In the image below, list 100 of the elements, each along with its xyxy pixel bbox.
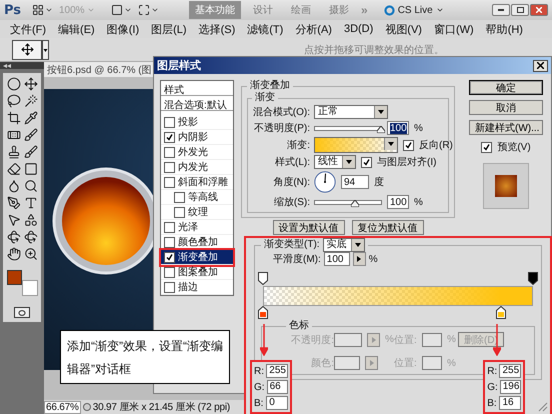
brush-icon[interactable] — [24, 145, 38, 159]
channel-field[interactable]: 0 — [266, 396, 288, 410]
circle-icon[interactable] — [6, 77, 20, 91]
channel-field[interactable]: 66 — [266, 380, 288, 394]
foreground-swatch[interactable] — [7, 270, 22, 285]
shapes-icon[interactable] — [24, 213, 38, 227]
effect-item[interactable]: 内发光 — [161, 160, 233, 175]
dialog-button[interactable]: 新建样式(W)... — [469, 120, 543, 135]
effect-item[interactable]: 渐变叠加 — [161, 250, 233, 265]
scale-field[interactable]: 100 — [387, 195, 409, 209]
opacity-stop[interactable] — [258, 272, 268, 285]
checkbox[interactable] — [361, 156, 372, 168]
slider-thumb[interactable] — [350, 200, 359, 206]
gradient-preview[interactable] — [314, 137, 398, 153]
scale-slider[interactable] — [314, 200, 382, 204]
bandage-icon[interactable] — [6, 128, 20, 142]
restore-button[interactable] — [511, 4, 529, 16]
menu-item[interactable]: 滤镜(T) — [241, 22, 290, 36]
smoothness-field[interactable]: 100 — [324, 252, 350, 266]
checkbox[interactable] — [174, 206, 185, 218]
checkbox[interactable] — [403, 140, 414, 150]
frame-tool-button[interactable] — [32, 4, 53, 16]
square-icon[interactable] — [24, 162, 38, 176]
effect-item[interactable]: 外发光 — [161, 145, 233, 160]
rotate-icon[interactable] — [6, 230, 20, 244]
style-dropdown[interactable]: 线性 — [314, 155, 356, 169]
screen-mode-button[interactable] — [138, 4, 159, 16]
checkbox[interactable] — [164, 222, 175, 232]
stamp-icon[interactable] — [6, 145, 20, 159]
channel-field[interactable]: 196 — [500, 380, 522, 394]
tool-preset-button[interactable] — [12, 40, 42, 60]
color-stop[interactable] — [258, 306, 268, 319]
background-swatch[interactable] — [22, 280, 38, 296]
brush-icon[interactable] — [24, 128, 38, 142]
zoom-icon[interactable] — [24, 247, 38, 261]
crop-icon[interactable] — [6, 111, 20, 125]
effect-item[interactable]: 投影 — [161, 115, 233, 130]
minimize-button[interactable] — [492, 4, 510, 16]
resize-grip-icon[interactable] — [538, 402, 548, 412]
lasso-icon[interactable] — [6, 94, 20, 108]
opacity-slider[interactable] — [314, 126, 382, 130]
move-icon[interactable] — [24, 77, 38, 91]
pipette-icon[interactable] — [24, 111, 38, 125]
gradient-type-dropdown[interactable]: 实底 — [322, 238, 365, 252]
menu-item[interactable]: 图层(L) — [145, 22, 193, 36]
close-button[interactable] — [533, 60, 548, 72]
menu-item[interactable]: 图像(I) — [100, 22, 146, 36]
menu-item[interactable]: 窗口(W) — [428, 22, 480, 36]
dialog-button[interactable]: 确定 — [469, 80, 543, 95]
menu-item[interactable]: 3D(D) — [338, 23, 380, 35]
type-icon[interactable] — [24, 196, 38, 210]
wand-icon[interactable] — [24, 94, 38, 108]
effect-item[interactable]: 图案叠加 — [161, 265, 233, 280]
angle-dial[interactable] — [314, 171, 336, 193]
droplet-icon[interactable] — [6, 179, 20, 193]
rotate-icon[interactable] — [24, 230, 38, 244]
pen-icon[interactable] — [6, 196, 20, 210]
dialog-button[interactable]: 取消 — [469, 100, 543, 115]
blend-mode-dropdown[interactable]: 正常 — [314, 105, 388, 119]
checkbox[interactable] — [481, 142, 492, 152]
effect-item[interactable]: 纹理 — [161, 205, 233, 220]
menu-item[interactable]: 分析(A) — [289, 22, 338, 36]
hand-icon[interactable] — [6, 247, 20, 261]
menu-item[interactable]: 帮助(H) — [480, 22, 529, 36]
checkbox[interactable] — [164, 176, 175, 188]
menu-item[interactable]: 选择(S) — [192, 22, 242, 36]
angle-field[interactable]: 94 — [341, 175, 369, 189]
checkbox[interactable] — [164, 266, 175, 278]
checkbox[interactable] — [164, 282, 175, 292]
checkbox[interactable] — [174, 192, 185, 202]
pointer-icon[interactable] — [6, 213, 20, 227]
cs-live-button[interactable]: CS Live — [384, 4, 444, 16]
checkbox[interactable] — [164, 236, 175, 248]
effect-item[interactable]: 光泽 — [161, 220, 233, 235]
checkbox[interactable] — [164, 132, 175, 142]
menu-item[interactable]: 编辑(E) — [52, 22, 101, 36]
menu-item[interactable]: 视图(V) — [379, 22, 428, 36]
menu-item[interactable]: 文件(F) — [4, 22, 52, 36]
checkbox[interactable] — [164, 252, 175, 262]
checkbox[interactable] — [164, 146, 175, 158]
checkbox[interactable] — [164, 116, 175, 128]
channel-field[interactable]: 16 — [499, 396, 522, 410]
set-default-button[interactable]: 设置为默认值 — [272, 220, 344, 235]
channel-field[interactable]: 255 — [499, 364, 522, 378]
effect-item[interactable]: 内阴影 — [161, 130, 233, 145]
effect-item[interactable]: 斜面和浮雕 — [161, 175, 233, 190]
channel-field[interactable]: 255 — [266, 364, 288, 378]
checkbox[interactable] — [164, 162, 175, 172]
effect-item[interactable]: 描边 — [161, 280, 233, 295]
opacity-stop[interactable] — [528, 272, 538, 285]
opacity-field[interactable]: 100 — [387, 121, 409, 135]
arrange-button[interactable] — [111, 4, 132, 16]
slider-thumb[interactable] — [377, 126, 385, 132]
reset-default-button[interactable]: 复位为默认值 — [352, 220, 424, 235]
magnifier-icon[interactable] — [24, 179, 38, 193]
color-stop[interactable] — [496, 306, 506, 319]
zoom-field[interactable]: 66.67% — [44, 400, 81, 414]
eraser-icon[interactable] — [6, 162, 20, 176]
blend-options-item[interactable]: 混合选项:默认 — [161, 96, 233, 111]
quick-mask-button[interactable] — [14, 307, 30, 318]
